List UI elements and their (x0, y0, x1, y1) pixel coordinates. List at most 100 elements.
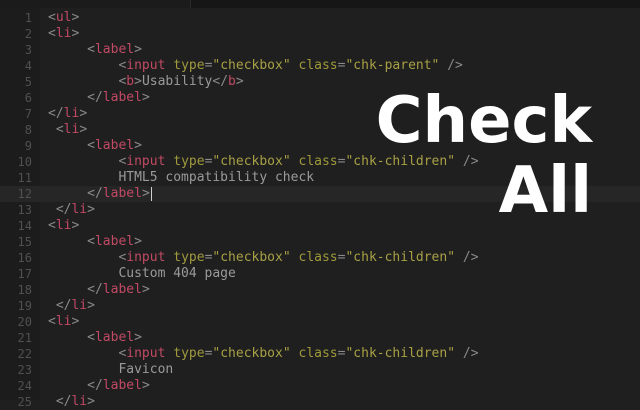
code-line[interactable]: 23 Favicon (0, 362, 640, 378)
code-token: < (87, 138, 95, 153)
code-token: > (134, 42, 142, 57)
editor-tab[interactable] (0, 0, 191, 8)
line-number: 1 (24, 11, 32, 25)
code-line[interactable]: 4 <input type="checkbox" class="chk-pare… (0, 58, 640, 74)
editor-tab-bar (0, 0, 640, 8)
code-text: <li> (48, 314, 79, 330)
code-line[interactable]: 20 <li> (0, 314, 640, 330)
line-number: 17 (17, 267, 32, 281)
code-text: </li> (48, 106, 87, 122)
title-line-1: Check (375, 84, 592, 158)
line-number: 24 (17, 379, 32, 393)
line-number: 13 (17, 203, 32, 217)
code-token: > (71, 314, 80, 329)
line-number: 5 (24, 75, 32, 89)
code-token: </ (212, 74, 229, 89)
code-token: "chk-children" (345, 346, 456, 361)
code-line[interactable]: 16 <input type="checkbox" class="chk-chi… (0, 250, 640, 266)
code-token: type (173, 250, 205, 265)
code-token: > (235, 74, 244, 89)
code-text: </label> (48, 186, 152, 202)
code-text: <li> (48, 122, 87, 138)
code-token: </ (55, 202, 72, 217)
code-line[interactable]: 19 </li> (0, 298, 640, 314)
code-token: < (48, 314, 56, 329)
line-number: 8 (24, 123, 32, 137)
code-text: Custom 404 page (48, 266, 235, 282)
code-token: < (87, 234, 95, 249)
code-token: > (134, 330, 142, 345)
code-token: type (173, 154, 205, 169)
code-text: <label> (48, 234, 142, 250)
code-token: < (48, 218, 56, 233)
code-line[interactable]: 22 <input type="checkbox" class="chk-chi… (0, 346, 640, 362)
code-line[interactable]: 21 <label> (0, 330, 640, 346)
line-number: 3 (24, 43, 32, 57)
code-token: label (94, 138, 135, 153)
code-token: b (126, 74, 135, 89)
code-text: <input type="checkbox" class="chk-childr… (48, 346, 479, 362)
code-token: </ (55, 298, 72, 313)
line-number: 19 (17, 299, 32, 313)
code-token: > (134, 74, 142, 89)
code-token: < (48, 26, 56, 41)
line-number: 22 (17, 347, 32, 361)
code-token: < (55, 122, 64, 137)
code-line[interactable]: 24 </label> (0, 378, 640, 394)
code-text: <input type="checkbox" class="chk-childr… (48, 250, 478, 266)
code-token: /> (462, 346, 479, 361)
code-token: Favicon (48, 362, 174, 377)
line-number: 12 (17, 187, 32, 201)
code-token: > (71, 26, 80, 41)
code-token: "checkbox" (212, 154, 291, 169)
line-number: 7 (24, 107, 32, 121)
code-token: </ (87, 186, 103, 201)
code-line[interactable]: 1 <ul> (0, 10, 640, 26)
code-text: </label> (48, 282, 150, 298)
code-token: "checkbox" (212, 58, 291, 73)
code-line[interactable]: 18 </label> (0, 282, 640, 298)
code-line[interactable]: 25 </li> (0, 394, 640, 410)
code-text: </li> (48, 202, 95, 218)
code-text: HTML5 compatibility check (48, 170, 314, 186)
code-text: <input type="checkbox" class="chk-parent… (48, 58, 463, 74)
line-number: 15 (17, 235, 32, 249)
code-token: < (48, 10, 56, 25)
code-token: </ (87, 90, 103, 105)
code-line[interactable]: 17 Custom 404 page (0, 266, 640, 282)
title-line-2: All (498, 154, 592, 228)
code-token: label (102, 90, 142, 105)
code-line[interactable]: 15 <label> (0, 234, 640, 250)
code-token: > (79, 122, 88, 137)
code-token: class (298, 250, 338, 265)
code-text: </label> (48, 378, 150, 394)
code-token: label (94, 42, 135, 57)
line-number: 21 (17, 331, 32, 345)
text-cursor (150, 186, 152, 201)
code-text: Favicon (48, 362, 173, 378)
code-token: class (298, 58, 338, 73)
code-token: /> (447, 58, 463, 73)
code-token: </ (87, 378, 103, 393)
line-number: 25 (17, 395, 32, 409)
code-token: > (87, 394, 95, 409)
code-line[interactable]: 2 <li> (0, 26, 640, 42)
code-token: > (87, 202, 95, 217)
code-line[interactable]: 3 <label> (0, 42, 640, 58)
code-token: label (102, 282, 142, 297)
